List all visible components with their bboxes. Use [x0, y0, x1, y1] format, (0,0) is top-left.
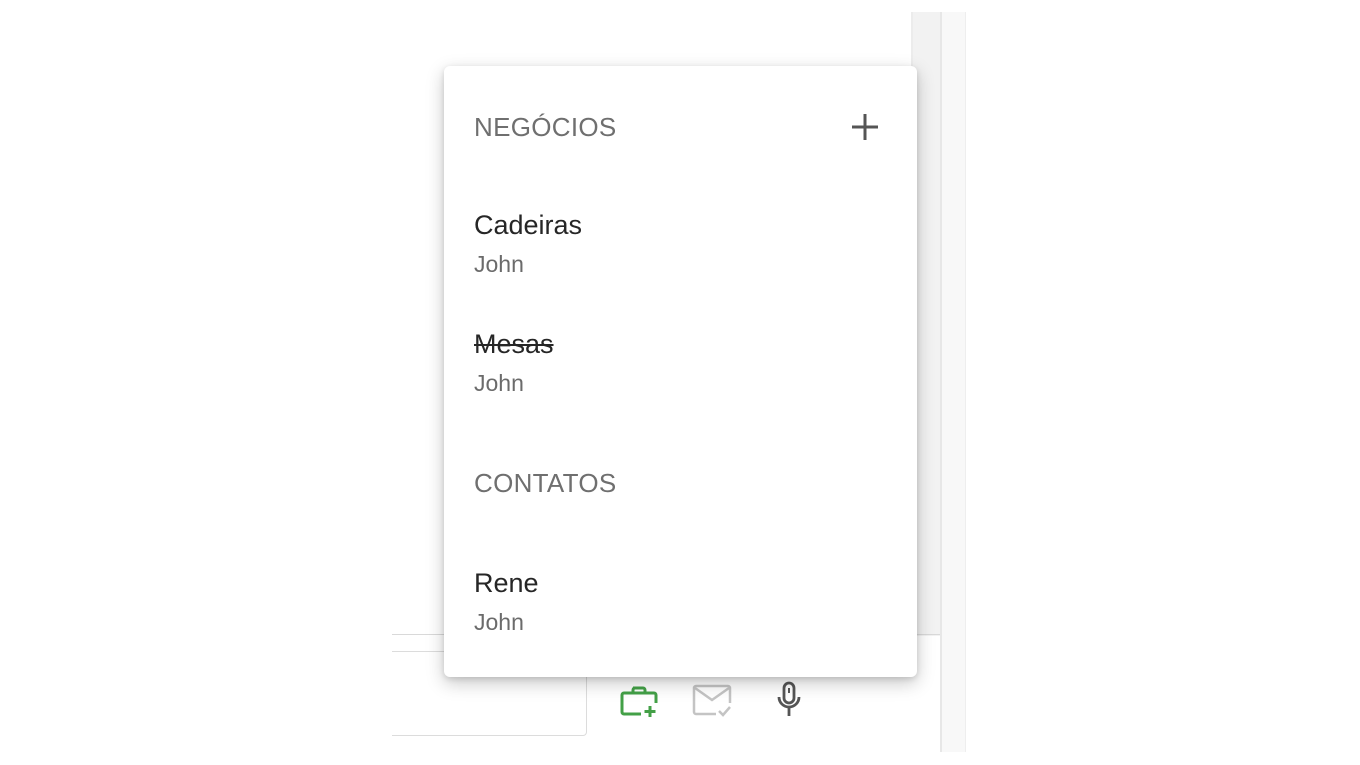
- plus-icon: [852, 114, 878, 140]
- deal-item[interactable]: Cadeiras John: [474, 208, 874, 298]
- section-header-contacts: CONTATOS: [474, 468, 617, 498]
- contact-item[interactable]: Rene John: [474, 566, 874, 656]
- right-scroll-column: [940, 12, 966, 752]
- deal-owner: John: [474, 251, 524, 277]
- deal-item[interactable]: Mesas John: [474, 327, 874, 417]
- app-screen: NEGÓCIOS Cadeiras John Mesas John CONTAT…: [0, 0, 1360, 765]
- link-popup-menu: NEGÓCIOS Cadeiras John Mesas John CONTAT…: [444, 66, 917, 677]
- microphone-icon[interactable]: [769, 680, 809, 720]
- mail-check-icon[interactable]: [692, 680, 732, 720]
- contact-name: Rene: [474, 568, 539, 598]
- section-header-deals: NEGÓCIOS: [474, 112, 617, 142]
- contact-owner: John: [474, 609, 524, 635]
- deal-title: Cadeiras: [474, 210, 583, 240]
- background-shade: [913, 12, 940, 636]
- add-deal-button[interactable]: [846, 108, 884, 146]
- deal-title: Mesas: [474, 329, 554, 359]
- deal-owner: John: [474, 370, 524, 396]
- briefcase-add-icon[interactable]: [619, 680, 659, 720]
